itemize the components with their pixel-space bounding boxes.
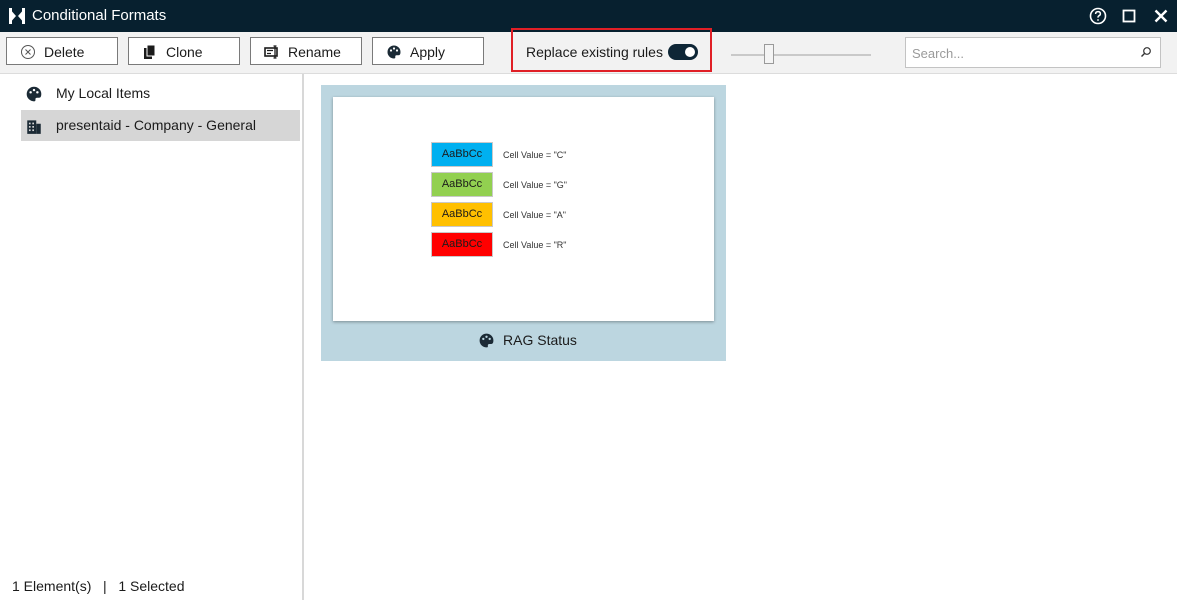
rename-icon [264, 45, 278, 59]
palette-icon [479, 333, 494, 348]
sidebar-item-company-general[interactable]: presentaid - Company - General [21, 110, 300, 141]
apply-label: Apply [410, 44, 446, 60]
format-tile-name: RAG Status [503, 332, 577, 348]
rule-swatch: AaBbCc [431, 202, 493, 227]
sidebar: My Local Items presentaid - Company - Ge… [0, 74, 304, 600]
rename-label: Rename [288, 44, 341, 60]
apply-button[interactable]: Apply [372, 37, 484, 65]
palette-icon [26, 86, 42, 102]
search-icon[interactable] [1140, 46, 1152, 58]
building-icon [27, 120, 41, 134]
rule-text: Cell Value = "C" [503, 150, 567, 160]
size-slider[interactable] [731, 44, 871, 64]
sidebar-item-label: My Local Items [56, 85, 151, 101]
clone-button[interactable]: Clone [128, 37, 240, 65]
delete-icon [21, 45, 35, 59]
rule-swatch: AaBbCc [431, 172, 493, 197]
status-bar: 1 Element(s) | 1 Selected [12, 578, 185, 594]
sidebar-item-label: presentaid - Company - General [56, 117, 256, 133]
palette-icon [387, 45, 401, 59]
delete-button[interactable]: Delete [6, 37, 118, 65]
rename-button[interactable]: Rename [250, 37, 362, 65]
search-input[interactable] [910, 41, 1134, 65]
format-preview: AaBbCc Cell Value = "C" AaBbCc Cell Valu… [333, 97, 714, 321]
delete-label: Delete [44, 44, 85, 60]
rule-text: Cell Value = "A" [503, 210, 567, 220]
app-logo-icon [9, 8, 25, 24]
maximize-icon[interactable] [1119, 6, 1139, 26]
clone-label: Clone [166, 44, 203, 60]
clone-icon [144, 44, 156, 59]
search-box [905, 37, 1161, 68]
toggle-knob [685, 47, 695, 57]
rule-swatch: AaBbCc [431, 232, 493, 257]
slider-thumb[interactable] [763, 44, 774, 64]
rule-text: Cell Value = "R" [503, 240, 567, 250]
sidebar-item-my-local-items[interactable]: My Local Items [21, 78, 300, 109]
close-icon[interactable] [1151, 6, 1171, 26]
replace-rules-label: Replace existing rules [526, 44, 663, 60]
rule-swatch: AaBbCc [431, 142, 493, 167]
window-title: Conditional Formats [32, 7, 167, 24]
format-tile[interactable]: AaBbCc Cell Value = "C" AaBbCc Cell Valu… [321, 85, 726, 361]
replace-rules-toggle[interactable] [668, 44, 698, 60]
rule-text: Cell Value = "G" [503, 180, 568, 190]
help-icon[interactable] [1088, 6, 1108, 26]
slider-track [731, 54, 871, 56]
replace-rules-highlight: Replace existing rules [511, 28, 712, 72]
